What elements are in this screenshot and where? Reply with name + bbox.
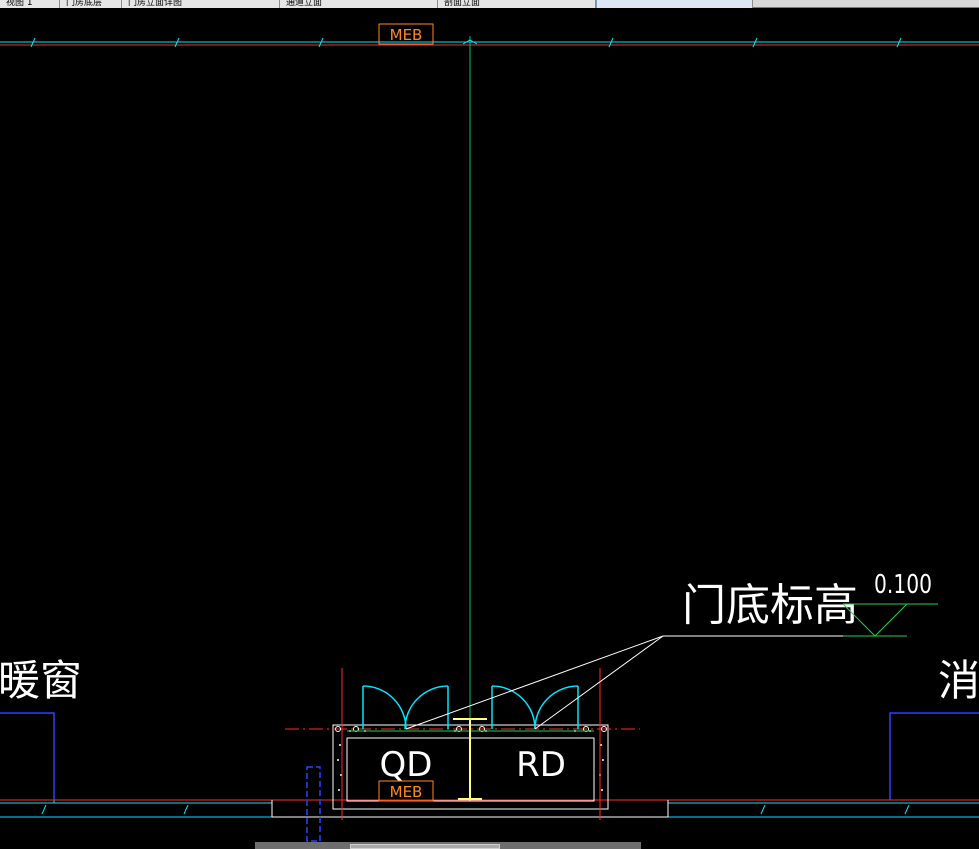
right-equipment-outline: [889, 712, 979, 800]
left-partial-caption: 暖窗: [0, 656, 82, 705]
top-wall: [0, 37, 979, 48]
drawing-canvas[interactable]: MEB 暖窗 消 QD RD MEB 门底标高 0.100: [0, 0, 979, 849]
horizontal-scrollbar[interactable]: [255, 842, 641, 849]
cad-viewport[interactable]: 视图 1 门房底层 门房立面详图 通道立面 剖面立面 MEB 暖窗 消 QD R…: [0, 0, 979, 849]
meb-top-tag: MEB: [378, 23, 434, 45]
room-label-rd: RD: [516, 745, 566, 785]
scrollbar-thumb[interactable]: [350, 844, 500, 849]
meb-bottom-text: MEB: [390, 783, 423, 801]
elevation-caption: 门底标高: [682, 580, 858, 631]
elevation-value: 0.100: [874, 570, 932, 600]
elevation-leader: [405, 635, 843, 730]
left-equipment-outline: [0, 712, 55, 803]
room-label-qd: QD: [380, 745, 433, 785]
downpipe: [306, 766, 321, 842]
meb-top-text: MEB: [390, 26, 423, 44]
right-partial-caption: 消: [938, 656, 979, 705]
